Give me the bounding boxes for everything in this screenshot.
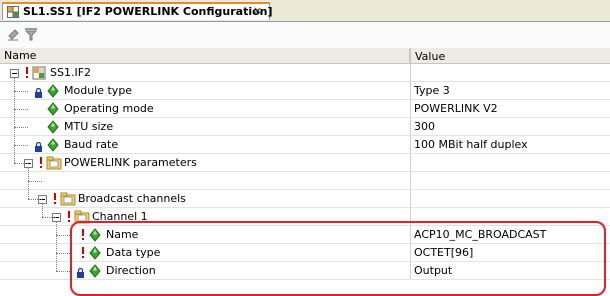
row-value[interactable]: 100 MBit half duplex: [414, 138, 528, 151]
tree-row[interactable]: Module type Type 3: [0, 82, 610, 100]
warning-icon: [52, 193, 58, 205]
config-grid-icon: [7, 6, 19, 18]
folder-icon: [74, 210, 90, 224]
column-divider: [410, 226, 411, 244]
green-diamond-icon: [46, 120, 60, 134]
row-name: Module type: [64, 84, 133, 97]
column-header-value[interactable]: Value: [411, 50, 610, 64]
column-divider: [410, 262, 411, 280]
tree-connector: [56, 271, 70, 272]
tree-row[interactable]: Operating mode POWERLINK V2: [0, 100, 610, 118]
tree-connector: [42, 203, 43, 217]
column-header-name[interactable]: Name: [0, 49, 410, 63]
tree-connector: [56, 235, 70, 236]
tree-row[interactable]: Channel 1: [0, 208, 610, 226]
row-name: MTU size: [64, 120, 114, 133]
column-divider: [410, 154, 411, 172]
row-value[interactable]: OCTET[96]: [414, 246, 473, 259]
column-divider: [410, 244, 411, 262]
row-name: Baud rate: [64, 138, 119, 151]
column-divider: [410, 100, 411, 118]
row-value[interactable]: POWERLINK V2: [414, 102, 498, 115]
row-name: Operating mode: [64, 102, 154, 115]
row-value[interactable]: 300: [414, 120, 435, 133]
tree-row[interactable]: Data type OCTET[96]: [0, 244, 610, 262]
row-name: POWERLINK parameters: [64, 156, 197, 169]
tree-connector: [28, 167, 29, 199]
tree-connector: [28, 181, 42, 182]
green-diamond-icon: [46, 84, 60, 98]
module-folder-icon: [32, 66, 46, 80]
tree-row[interactable]: POWERLINK parameters: [0, 154, 610, 172]
column-divider: [410, 208, 411, 226]
warning-icon: [66, 211, 72, 223]
folder-icon: [60, 192, 76, 206]
filter-tool-button[interactable]: [22, 26, 40, 44]
tree-row[interactable]: Baud rate 100 MBit half duplex: [0, 136, 610, 154]
row-name: Direction: [106, 264, 156, 277]
toolbar: [0, 22, 610, 48]
green-diamond-icon: [88, 246, 102, 260]
tree-row[interactable]: Direction Output: [0, 262, 610, 280]
row-divider: [0, 279, 610, 280]
column-divider: [410, 190, 411, 208]
column-divider: [410, 118, 411, 136]
row-name: SS1.IF2: [50, 66, 92, 79]
row-name: Data type: [106, 246, 161, 259]
column-divider: [410, 64, 411, 82]
row-value[interactable]: ACP10_MC_BROADCAST: [414, 228, 546, 241]
warning-icon: [24, 67, 30, 79]
column-divider: [410, 136, 411, 154]
row-name: Channel 1: [92, 210, 148, 223]
tab-powerlink-configuration[interactable]: SL1.SS1 [IF2 POWERLINK Configuration] ×: [2, 2, 273, 20]
column-divider: [410, 82, 411, 100]
green-diamond-icon: [88, 228, 102, 242]
row-value[interactable]: Type 3: [414, 84, 450, 97]
close-icon[interactable]: ×: [253, 4, 262, 17]
tree-connector: [42, 217, 56, 218]
warning-icon: [38, 157, 44, 169]
tab-strip: SL1.SS1 [IF2 POWERLINK Configuration] ×: [0, 0, 610, 22]
edit-tool-button[interactable]: [4, 26, 22, 44]
eraser-icon: [6, 27, 20, 44]
green-diamond-icon: [46, 138, 60, 152]
column-divider: [410, 172, 411, 190]
folder-icon: [46, 156, 62, 170]
tree-connector: [56, 221, 57, 271]
warning-icon: [80, 247, 86, 259]
tree-row[interactable]: [0, 172, 610, 190]
tree-connector: [14, 163, 28, 164]
tree-row[interactable]: SS1.IF2: [0, 64, 610, 82]
tree-connector: [14, 91, 28, 92]
tree-connector: [14, 77, 15, 163]
collapse-toggle-icon[interactable]: [10, 68, 19, 78]
tree-connector: [14, 127, 28, 128]
tab-title: SL1.SS1 [IF2 POWERLINK Configuration]: [23, 5, 273, 18]
tree-row[interactable]: MTU size 300: [0, 118, 610, 136]
green-diamond-icon: [88, 264, 102, 278]
grid-header: Name Value: [0, 48, 610, 64]
tree-connector: [14, 145, 28, 146]
warning-icon: [80, 229, 86, 241]
funnel-icon: [24, 27, 38, 44]
green-diamond-icon: [46, 102, 60, 116]
tree-connector: [56, 253, 70, 254]
row-name: Name: [106, 228, 139, 241]
row-value[interactable]: Output: [414, 264, 452, 277]
row-name: Broadcast channels: [78, 192, 186, 205]
property-grid: Name Value SS1.IF2 Module type Type 3 Opera…: [0, 48, 610, 296]
tree-row[interactable]: Broadcast channels: [0, 190, 610, 208]
tree-connector: [28, 199, 42, 200]
tree-row[interactable]: Name ACP10_MC_BROADCAST: [0, 226, 610, 244]
tree-connector: [14, 109, 28, 110]
